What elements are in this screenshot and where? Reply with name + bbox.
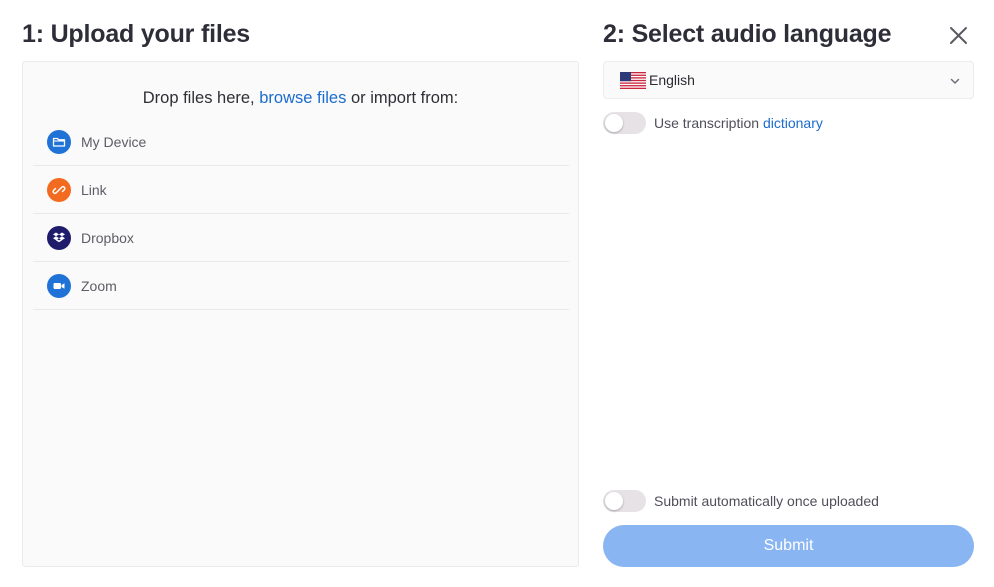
close-button[interactable]	[946, 23, 971, 48]
source-item-zoom[interactable]: Zoom	[33, 262, 569, 310]
dictionary-link[interactable]: dictionary	[763, 115, 823, 131]
source-label: My Device	[81, 133, 147, 150]
auto-submit-label: Submit automatically once uploaded	[654, 493, 879, 509]
link-icon	[47, 177, 71, 202]
submit-button[interactable]: Submit	[603, 525, 974, 567]
language-select[interactable]: English	[603, 61, 974, 99]
toggle-knob	[605, 492, 623, 510]
selected-language: English	[649, 72, 695, 88]
auto-submit-option-row: Submit automatically once uploaded	[603, 490, 879, 512]
source-label: Link	[81, 181, 107, 198]
drop-instructions: Drop files here, browse files or import …	[23, 89, 578, 108]
toggle-knob	[605, 114, 623, 132]
source-label: Dropbox	[81, 229, 134, 246]
video-camera-icon	[47, 273, 71, 298]
drop-prefix-text: Drop files here,	[142, 89, 255, 107]
dictionary-option-label: Use transcription dictionary	[654, 115, 823, 131]
language-section-title: 2: Select audio language	[603, 20, 892, 48]
dropbox-icon	[47, 225, 71, 250]
source-item-link[interactable]: Link	[33, 166, 569, 214]
folder-icon	[47, 129, 71, 154]
auto-submit-toggle[interactable]	[603, 490, 646, 512]
dictionary-prefix-text: Use transcription	[654, 115, 760, 131]
source-label: Zoom	[81, 277, 117, 294]
file-dropzone[interactable]: Drop files here, browse files or import …	[22, 61, 579, 567]
source-item-my-device[interactable]: My Device	[33, 118, 569, 166]
close-icon	[950, 27, 967, 44]
import-source-list: My Device Link Dropbox Zoom	[33, 118, 569, 310]
source-item-dropbox[interactable]: Dropbox	[33, 214, 569, 262]
drop-suffix-text: or import from:	[350, 89, 459, 107]
chevron-down-icon	[950, 78, 960, 84]
upload-section-title: 1: Upload your files	[22, 20, 250, 48]
us-flag-icon	[620, 71, 646, 89]
dictionary-option-row: Use transcription dictionary	[603, 112, 823, 134]
dictionary-toggle[interactable]	[603, 112, 646, 134]
browse-files-link[interactable]: browse files	[259, 89, 346, 107]
